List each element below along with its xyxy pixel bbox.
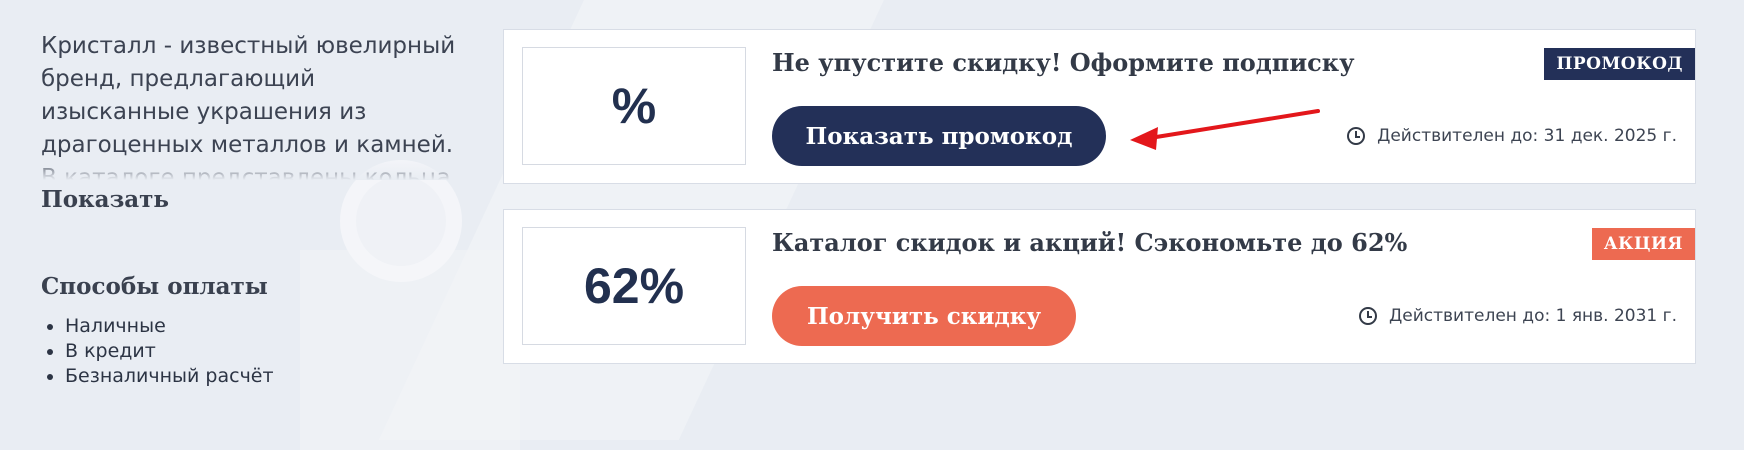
coupon-title[interactable]: Не упустите скидку! Оформите подписку xyxy=(772,48,1354,77)
coupon-type-badge: АКЦИЯ xyxy=(1591,228,1695,260)
coupon-card-promocode: % Не упустите скидку! Оформите подписку … xyxy=(503,29,1696,184)
coupon-validity: Действителен до: 1 янв. 2031 г. xyxy=(1359,306,1677,326)
coupon-image-box: % xyxy=(522,47,746,165)
coupon-validity: Действителен до: 31 дек. 2025 г. xyxy=(1347,126,1677,146)
payment-methods-title: Способы оплаты xyxy=(41,273,268,300)
coupon-validity-text: Действителен до: 1 янв. 2031 г. xyxy=(1389,306,1677,326)
show-promocode-button[interactable]: Показать промокод xyxy=(772,106,1106,166)
coupon-title[interactable]: Каталог скидок и акций! Сэкономьте до 62… xyxy=(772,228,1407,257)
show-more-link[interactable]: Показать xyxy=(41,186,169,213)
clock-icon xyxy=(1347,127,1366,145)
coupon-card-sale: 62% Каталог скидок и акций! Сэкономьте д… xyxy=(503,209,1696,364)
description-fade xyxy=(41,158,461,180)
coupon-type-badge: ПРОМОКОД xyxy=(1544,48,1695,80)
payment-method-item: В кредит xyxy=(65,339,461,364)
get-discount-button[interactable]: Получить скидку xyxy=(772,286,1076,346)
coupon-image-box: 62% xyxy=(522,227,746,345)
clock-icon xyxy=(1359,307,1377,325)
store-info-sidebar: Кристалл - известный ювелирный бренд, пр… xyxy=(41,30,461,414)
payment-method-item: Наличные xyxy=(65,314,461,339)
payment-methods-list: Наличные В кредит Безналичный расчёт xyxy=(41,314,461,414)
store-description-container: Кристалл - известный ювелирный бренд, пр… xyxy=(41,30,461,180)
coupon-validity-text: Действителен до: 31 дек. 2025 г. xyxy=(1377,126,1677,146)
